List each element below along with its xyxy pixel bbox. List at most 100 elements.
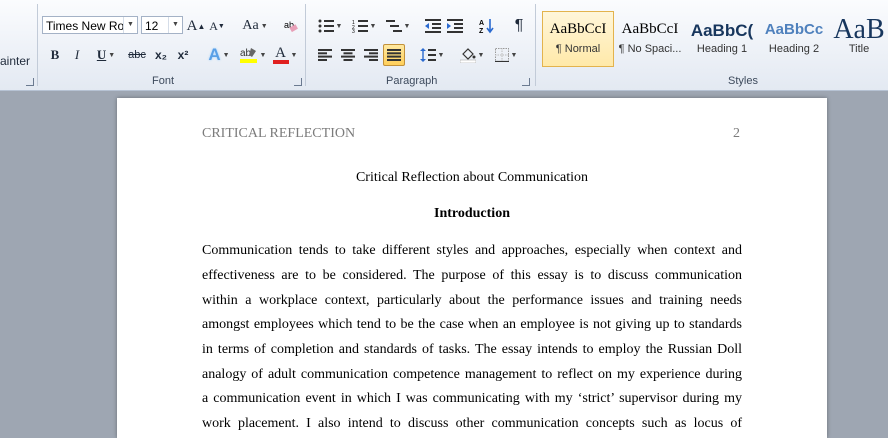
body-line: within a workplace context, particularly… bbox=[202, 293, 742, 308]
style-name: Heading 1 bbox=[696, 43, 748, 55]
font-name-combo[interactable]: Times New Rom ▼ bbox=[42, 16, 138, 34]
svg-text:Z: Z bbox=[479, 28, 484, 34]
align-left-icon bbox=[318, 49, 332, 61]
font-name-dropdown-icon[interactable]: ▼ bbox=[123, 17, 137, 33]
italic-button[interactable]: I bbox=[66, 44, 88, 66]
font-dialog-launcher-icon[interactable] bbox=[294, 78, 302, 86]
style-name: ¶ No Spaci... bbox=[618, 43, 682, 55]
grow-font-button[interactable]: A ▲ bbox=[186, 15, 206, 37]
format-painter-label[interactable]: ainter bbox=[0, 54, 30, 68]
change-case-button[interactable]: Aa ▼ bbox=[240, 15, 270, 37]
group-separator bbox=[535, 4, 536, 86]
style-sample: AaBbC( bbox=[690, 21, 754, 40]
borders-button[interactable]: ▼ bbox=[490, 44, 522, 66]
font-color-swatch bbox=[272, 59, 289, 64]
body-line: work placement. I also intend to discuss… bbox=[202, 416, 742, 431]
underline-button[interactable]: U ▼ bbox=[90, 44, 122, 66]
shading-button[interactable]: ▼ bbox=[456, 44, 488, 66]
line-spacing-button[interactable]: ▼ bbox=[416, 44, 448, 66]
style-heading-2[interactable]: AaBbCc Heading 2 bbox=[758, 11, 830, 67]
svg-text:3: 3 bbox=[352, 29, 355, 33]
style-heading-1[interactable]: AaBbC( Heading 1 bbox=[686, 11, 758, 67]
numbering-icon: 123 bbox=[352, 20, 368, 33]
clear-formatting-button[interactable]: ab bbox=[280, 15, 302, 37]
strikethrough-icon: abc bbox=[128, 49, 146, 61]
document-title: Critical Reflection about Communication bbox=[355, 170, 589, 185]
paragraph-dialog-launcher-icon[interactable] bbox=[522, 78, 530, 86]
subscript-button[interactable]: x₂ bbox=[150, 44, 172, 66]
increase-indent-icon bbox=[447, 19, 463, 33]
bold-button[interactable]: B bbox=[44, 44, 66, 66]
section-heading: Introduction bbox=[434, 206, 510, 221]
subscript-icon: x₂ bbox=[154, 48, 167, 62]
paint-bucket-icon bbox=[459, 48, 476, 63]
styles-group-label: Styles bbox=[728, 75, 758, 87]
decrease-indent-button[interactable] bbox=[422, 15, 444, 37]
justify-button[interactable] bbox=[383, 44, 405, 66]
style-name: Title bbox=[848, 43, 870, 55]
font-size-combo[interactable]: 12 ▼ bbox=[141, 16, 183, 34]
style-sample: AaB bbox=[833, 14, 885, 43]
borders-icon bbox=[494, 48, 509, 62]
align-center-icon bbox=[341, 49, 355, 61]
clipboard-dialog-launcher-icon[interactable] bbox=[26, 78, 34, 86]
font-color-icon: A bbox=[275, 44, 286, 61]
style-sample: AaBbCcI bbox=[549, 21, 607, 37]
align-left-button[interactable] bbox=[314, 44, 336, 66]
sort-button[interactable]: AZ bbox=[476, 15, 498, 37]
bold-icon: B bbox=[50, 47, 60, 62]
svg-text:A: A bbox=[479, 20, 484, 27]
grow-font-icon: A bbox=[186, 17, 198, 34]
strikethrough-button[interactable]: abc bbox=[124, 44, 150, 66]
style-name: Heading 2 bbox=[768, 43, 820, 55]
group-separator bbox=[37, 4, 38, 86]
shrink-font-icon: A bbox=[209, 18, 218, 33]
bullets-button[interactable]: ▼ bbox=[314, 15, 346, 37]
sort-icon: AZ bbox=[479, 19, 494, 34]
justify-icon bbox=[387, 49, 401, 61]
body-line: Communication tends to take different st… bbox=[202, 243, 742, 258]
underline-icon: U bbox=[96, 47, 107, 62]
align-right-icon bbox=[364, 49, 378, 61]
font-group-label: Font bbox=[152, 75, 175, 87]
style-sample: AaBbCc bbox=[764, 21, 824, 38]
clear-formatting-icon: ab bbox=[284, 20, 298, 33]
text-effects-button[interactable]: A ▼ bbox=[204, 44, 234, 66]
text-effects-icon: A bbox=[208, 45, 221, 64]
font-size-value: 12 bbox=[145, 19, 159, 33]
group-separator bbox=[305, 4, 306, 86]
multilevel-list-button[interactable]: ▼ bbox=[382, 15, 414, 37]
running-head: CRITICAL REFLECTION bbox=[202, 126, 356, 141]
document-page[interactable]: CRITICAL REFLECTION 2 Critical Reflectio… bbox=[117, 98, 827, 438]
line-spacing-icon bbox=[419, 48, 436, 62]
page-number: 2 bbox=[733, 126, 740, 141]
bullets-icon bbox=[318, 19, 334, 33]
font-size-dropdown-icon[interactable]: ▼ bbox=[168, 17, 182, 33]
decrease-indent-icon bbox=[425, 19, 441, 33]
show-marks-button[interactable]: ¶ bbox=[508, 15, 530, 37]
style-title[interactable]: AaB Title bbox=[830, 11, 888, 67]
font-color-button[interactable]: A ▼ bbox=[270, 44, 300, 66]
shrink-font-button[interactable]: A ▼ bbox=[207, 15, 227, 37]
numbering-button[interactable]: 1 2 3 ▼ bbox=[348, 15, 380, 37]
highlight-color-button[interactable]: ab ▼ bbox=[238, 44, 268, 66]
align-center-button[interactable] bbox=[337, 44, 359, 66]
body-line: a communication event in which I was com… bbox=[202, 391, 742, 406]
ribbon: ainter Times New Rom ▼ 12 ▼ A ▲ A ▼ Aa ▼ ab… bbox=[0, 0, 888, 91]
body-line: effectiveness are to be considered. The … bbox=[202, 268, 742, 283]
change-case-icon: Aa bbox=[242, 18, 259, 33]
superscript-icon: x² bbox=[177, 48, 189, 62]
body-line: in terms of completion and standards of … bbox=[202, 342, 742, 357]
pilcrow-icon: ¶ bbox=[514, 17, 524, 34]
superscript-button[interactable]: x² bbox=[172, 44, 194, 66]
highlighter-icon: ab bbox=[239, 48, 257, 63]
align-right-button[interactable] bbox=[360, 44, 382, 66]
style-no-spacing[interactable]: AaBbCcI ¶ No Spaci... bbox=[614, 11, 686, 67]
style-normal[interactable]: AaBbCcI ¶ Normal bbox=[542, 11, 614, 67]
style-sample: AaBbCcI bbox=[621, 21, 679, 37]
italic-icon: I bbox=[74, 47, 80, 62]
increase-indent-button[interactable] bbox=[444, 15, 466, 37]
body-line: amongst employees which tend to be the c… bbox=[202, 317, 742, 332]
style-name: ¶ Normal bbox=[555, 43, 601, 55]
paragraph-group-label: Paragraph bbox=[386, 75, 438, 87]
